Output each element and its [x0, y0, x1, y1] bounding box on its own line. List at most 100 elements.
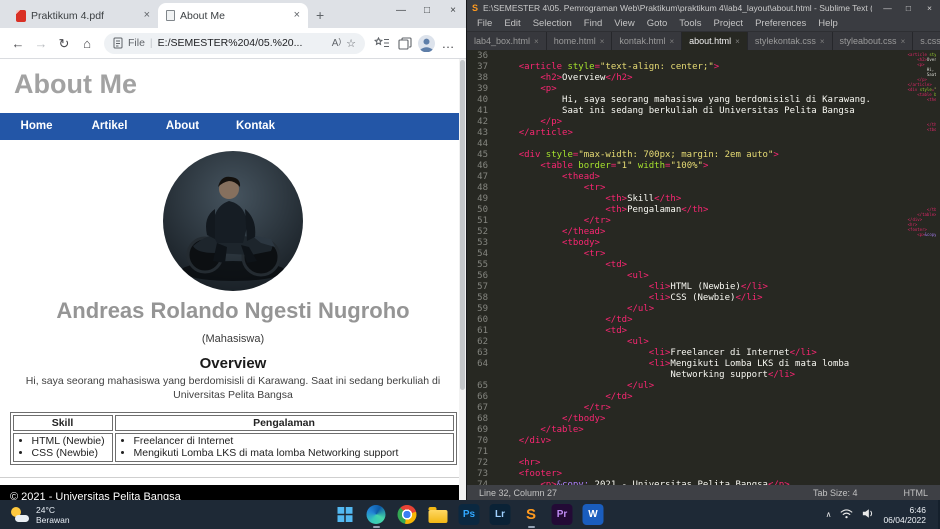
code-line[interactable]: 44: [467, 139, 896, 150]
taskbar-file-explorer-icon[interactable]: [426, 502, 451, 527]
editor-tab[interactable]: s.css ×: [913, 32, 940, 50]
code-line[interactable]: 59 </ul>: [467, 304, 896, 315]
collections-icon[interactable]: [395, 36, 415, 50]
code-line[interactable]: 69 </table>: [467, 425, 896, 436]
close-tab-icon[interactable]: ×: [669, 37, 674, 46]
code-line[interactable]: 57 <li>HTML (Newbie)</li>: [467, 282, 896, 293]
favorite-star-icon[interactable]: ☆: [346, 37, 356, 50]
code-line[interactable]: 62 <ul>: [467, 337, 896, 348]
new-tab-button[interactable]: +: [316, 8, 324, 22]
nav-item[interactable]: About: [146, 113, 219, 140]
minimize-button[interactable]: —: [877, 0, 898, 16]
refresh-button[interactable]: ↻: [54, 37, 74, 50]
code-line[interactable]: 50 <th>Pengalaman</th>: [467, 205, 896, 216]
volume-icon[interactable]: [862, 506, 874, 524]
code-line[interactable]: 42 </p>: [467, 117, 896, 128]
close-tab-icon[interactable]: ×: [144, 10, 150, 21]
code-line[interactable]: 72 <hr>: [467, 458, 896, 469]
editor-tab[interactable]: home.html ×: [546, 32, 613, 50]
close-tab-icon[interactable]: ×: [294, 10, 300, 21]
code-line[interactable]: Networking support</li>: [467, 370, 896, 381]
taskbar-edge-icon[interactable]: [364, 502, 389, 528]
syntax-indicator[interactable]: HTML: [904, 488, 929, 498]
code-line[interactable]: 40 Hi, saya seorang mahasiswa yang berdo…: [467, 95, 896, 106]
profile-avatar[interactable]: [418, 34, 435, 52]
close-button[interactable]: ×: [440, 0, 466, 20]
menu-item[interactable]: Project: [707, 18, 749, 29]
maximize-button[interactable]: □: [898, 0, 919, 16]
url-text[interactable]: E:/SEMESTER%204/05.%20...: [158, 37, 327, 49]
minimize-button[interactable]: —: [388, 0, 414, 20]
code-line[interactable]: 63 <li>Freelancer di Internet</li>: [467, 348, 896, 359]
browser-tab-pdf[interactable]: Praktikum 4.pdf ×: [8, 3, 158, 28]
editor-tab[interactable]: kontak.html ×: [612, 32, 683, 50]
menu-item[interactable]: Tools: [673, 18, 707, 29]
start-button[interactable]: [333, 502, 358, 527]
code-line[interactable]: 67 </tr>: [467, 403, 896, 414]
wifi-icon[interactable]: [840, 506, 854, 524]
code-line[interactable]: 36: [467, 51, 896, 62]
code-editor[interactable]: 36 37 <article style="text-align: center;…: [467, 51, 896, 485]
tray-chevron-icon[interactable]: ∧: [826, 510, 832, 519]
menu-item[interactable]: Preferences: [749, 18, 812, 29]
code-line[interactable]: 65 </ul>: [467, 381, 896, 392]
taskbar-lightroom-icon[interactable]: Lr: [488, 502, 513, 527]
code-line[interactable]: 70 </div>: [467, 436, 896, 447]
close-tab-icon[interactable]: ×: [735, 37, 740, 46]
home-button[interactable]: ⌂: [77, 37, 97, 50]
taskbar-clock[interactable]: 6:46 06/04/2022: [883, 505, 926, 525]
close-tab-icon[interactable]: ×: [600, 37, 605, 46]
code-line[interactable]: 39 <p>: [467, 84, 896, 95]
code-line[interactable]: 61 <td>: [467, 326, 896, 337]
favorites-icon[interactable]: [372, 37, 392, 49]
code-line[interactable]: 43 </article>: [467, 128, 896, 139]
scrollbar-thumb[interactable]: [460, 60, 465, 390]
menu-item[interactable]: Goto: [641, 18, 674, 29]
menu-item[interactable]: Selection: [527, 18, 578, 29]
code-line[interactable]: 68 </tbody>: [467, 414, 896, 425]
taskbar-photoshop-icon[interactable]: Ps: [457, 502, 482, 527]
nav-item[interactable]: Home: [0, 113, 73, 140]
code-line[interactable]: 38 <h2>Overview</h2>: [467, 73, 896, 84]
page-scrollbar[interactable]: [459, 59, 466, 500]
code-line[interactable]: 64 <li>Mengikuti Lomba LKS di mata lomba: [467, 359, 896, 370]
code-line[interactable]: 47 <thead>: [467, 172, 896, 183]
code-line[interactable]: 56 <ul>: [467, 271, 896, 282]
close-tab-icon[interactable]: ×: [820, 37, 825, 46]
menu-item[interactable]: File: [471, 18, 498, 29]
editor-tab[interactable]: about.html ×: [682, 32, 748, 50]
taskbar-premiere-icon[interactable]: Pr: [550, 502, 575, 527]
editor-tab[interactable]: lab4_box.html ×: [467, 32, 547, 50]
code-line[interactable]: 52 </thead>: [467, 227, 896, 238]
taskbar-chrome-icon[interactable]: [395, 502, 420, 527]
menu-item[interactable]: Help: [812, 18, 844, 29]
close-tab-icon[interactable]: ×: [534, 37, 539, 46]
code-line[interactable]: 48 <tr>: [467, 183, 896, 194]
code-line[interactable]: 73 <footer>: [467, 469, 896, 480]
code-line[interactable]: 45 <div style="max-width: 700px; margin:…: [467, 150, 896, 161]
code-line[interactable]: 58 <li>CSS (Newbie)</li>: [467, 293, 896, 304]
read-aloud-icon[interactable]: A): [332, 37, 341, 49]
code-line[interactable]: 51 </tr>: [467, 216, 896, 227]
menu-item[interactable]: Find: [578, 18, 608, 29]
cursor-position[interactable]: Line 32, Column 27: [479, 488, 557, 498]
address-bar[interactable]: File | E:/SEMESTER%204/05.%20... A) ☆: [104, 32, 365, 54]
code-line[interactable]: 37 <article style="text-align: center;">: [467, 62, 896, 73]
menu-item[interactable]: Edit: [498, 18, 526, 29]
back-button[interactable]: ←: [8, 37, 28, 50]
tab-size-indicator[interactable]: Tab Size: 4: [813, 488, 858, 498]
nav-item[interactable]: Kontak: [219, 113, 292, 140]
code-line[interactable]: 71: [467, 447, 896, 458]
code-line[interactable]: 41 Saat ini sedang berkuliah di Universi…: [467, 106, 896, 117]
code-line[interactable]: 53 <tbody>: [467, 238, 896, 249]
code-line[interactable]: 46 <table border="1" width="100%">: [467, 161, 896, 172]
taskbar-sublime-icon[interactable]: S: [519, 502, 544, 528]
code-line[interactable]: 54 <tr>: [467, 249, 896, 260]
forward-button[interactable]: →: [31, 37, 51, 50]
editor-tab[interactable]: styleabout.css ×: [832, 32, 914, 50]
code-line[interactable]: 60 </td>: [467, 315, 896, 326]
code-line[interactable]: 66 </td>: [467, 392, 896, 403]
editor-tab[interactable]: stylekontak.css ×: [747, 32, 833, 50]
nav-item[interactable]: Artikel: [73, 113, 146, 140]
code-line[interactable]: 55 <td>: [467, 260, 896, 271]
